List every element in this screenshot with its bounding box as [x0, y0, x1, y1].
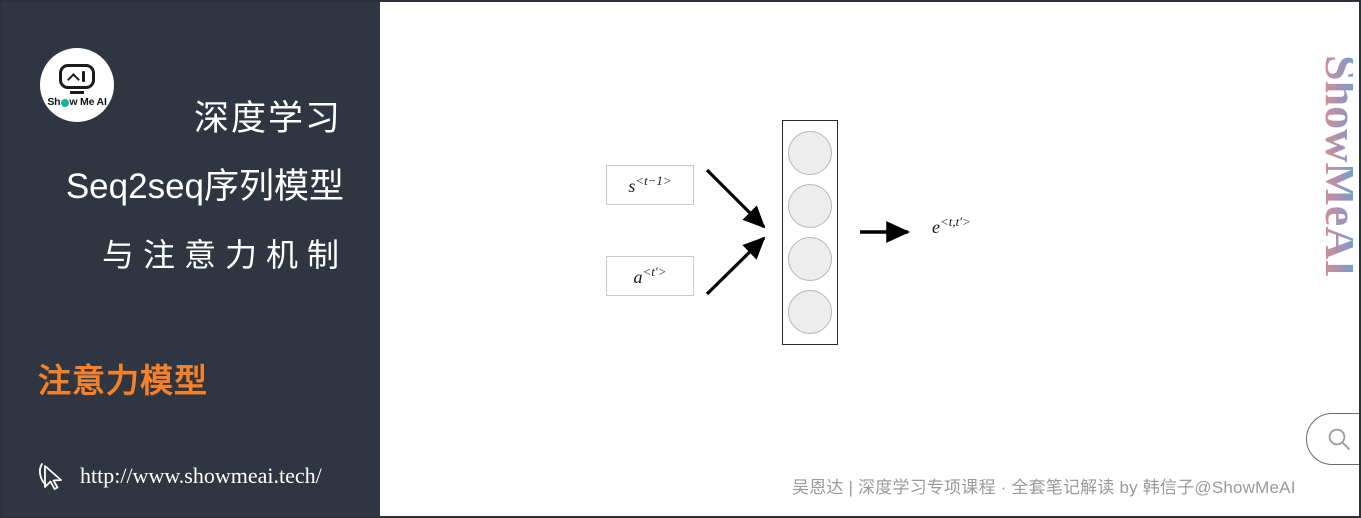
wechat-search-pill[interactable]: 搜索 | 微信 ShowMeAI 研究中心: [1306, 413, 1359, 465]
output-energy-label: e<t,t′>: [932, 214, 971, 239]
input-box-a-base: a: [633, 267, 643, 287]
course-title-line-2: Seq2seq序列模型: [65, 167, 344, 206]
input-box-a-label: a<t′>: [634, 264, 667, 288]
output-energy-math: e<t,t′>: [932, 214, 971, 237]
chevron-up-icon: [69, 72, 78, 81]
website-url-row[interactable]: http://www.showmeai.tech/: [38, 460, 322, 492]
course-title-line-3: 与注意力机制: [101, 237, 348, 273]
main-canvas: s<t−1> a<t′> e<t,t′> ShowMeAI 吴恩达 | 深度学习…: [380, 2, 1359, 516]
sidebar-panel: Sh w Me AI 深度学习 Seq2seq序列模型 与注意力机制 注意力模型…: [2, 2, 380, 516]
input-box-a-exponent: <t′>: [642, 264, 667, 279]
arrow-s-to-network: [705, 168, 766, 229]
input-box-s-exponent: <t−1>: [635, 173, 672, 188]
pointer-cursor-icon: [39, 463, 62, 490]
footer-credit: 吴恩达 | 深度学习专项课程 · 全套笔记解读 by 韩信子@ShowMeAI: [792, 478, 1296, 497]
neuron-node: [788, 131, 832, 176]
brand-vertical-text: ShowMeAI: [1316, 55, 1353, 277]
input-box-s-label: s<t−1>: [628, 173, 671, 197]
input-box-s: s<t−1>: [606, 165, 694, 205]
robot-face-icon: [59, 64, 95, 90]
output-energy-base: e: [932, 217, 940, 237]
brand-vertical-showmeai: ShowMeAI: [1316, 55, 1353, 277]
search-icon: [1328, 428, 1350, 450]
diagram-arrows: [705, 168, 911, 296]
dense-layer-column: [782, 120, 838, 345]
neuron-node: [788, 236, 832, 281]
slide-root: Sh w Me AI 深度学习 Seq2seq序列模型 与注意力机制 注意力模型…: [0, 0, 1361, 518]
attention-unit-diagram: s<t−1> a<t′> e<t,t′>: [380, 2, 1359, 516]
robot-neck-icon: [70, 91, 84, 94]
website-url-text: http://www.showmeai.tech/: [80, 463, 322, 488]
arrow-a-to-network: [705, 236, 766, 296]
slide-subtitle: 注意力模型: [38, 362, 208, 399]
course-title-line-1: 深度学习: [193, 99, 342, 138]
neuron-node: [788, 289, 832, 334]
robot-eye-bar-icon: [82, 71, 85, 83]
output-energy-exponent: <t,t′>: [940, 214, 971, 229]
input-box-a: a<t′>: [606, 256, 694, 296]
neuron-node: [788, 184, 832, 229]
